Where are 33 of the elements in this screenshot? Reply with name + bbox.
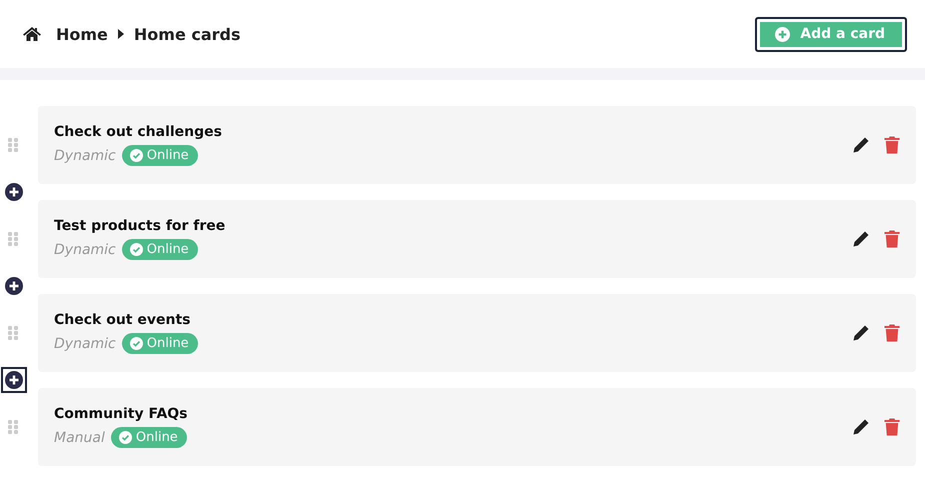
delete-icon[interactable] (884, 418, 900, 436)
add-circle-icon (5, 183, 23, 201)
drag-handle-icon[interactable] (8, 232, 18, 246)
breadcrumb-item[interactable]: Home (56, 24, 108, 44)
home-icon[interactable] (22, 26, 42, 42)
drag-handle-icon[interactable] (8, 420, 18, 434)
card-type: Dynamic (54, 148, 116, 164)
delete-icon[interactable] (884, 230, 900, 248)
chevron-icon (118, 29, 124, 39)
edit-icon[interactable] (852, 324, 870, 342)
card-title: Community FAQs (54, 406, 189, 422)
add-circle-icon (5, 371, 23, 389)
card-type: Dynamic (54, 336, 116, 352)
status-badge: Online (122, 145, 198, 166)
status-badge: Online (122, 239, 198, 260)
plus-circle-icon (775, 26, 790, 42)
edit-icon[interactable] (852, 136, 870, 154)
insert-card-button[interactable] (1, 367, 27, 393)
edit-icon[interactable] (852, 230, 870, 248)
card-title: Check out events (54, 312, 192, 328)
drag-handle-icon[interactable] (8, 326, 18, 340)
status-badge: Online (110, 427, 187, 448)
card-type: Manual (54, 430, 105, 446)
card-title: Test products for free (54, 218, 226, 234)
drag-handle-icon[interactable] (8, 138, 18, 152)
status-badge: Online (122, 333, 198, 354)
breadcrumb-item: Home cards (134, 24, 241, 44)
add-circle-icon (5, 277, 23, 295)
card-title: Check out challenges (54, 124, 223, 140)
delete-icon[interactable] (884, 324, 900, 342)
card-type: Dynamic (54, 242, 116, 258)
edit-icon[interactable] (852, 418, 870, 436)
delete-icon[interactable] (884, 136, 900, 154)
